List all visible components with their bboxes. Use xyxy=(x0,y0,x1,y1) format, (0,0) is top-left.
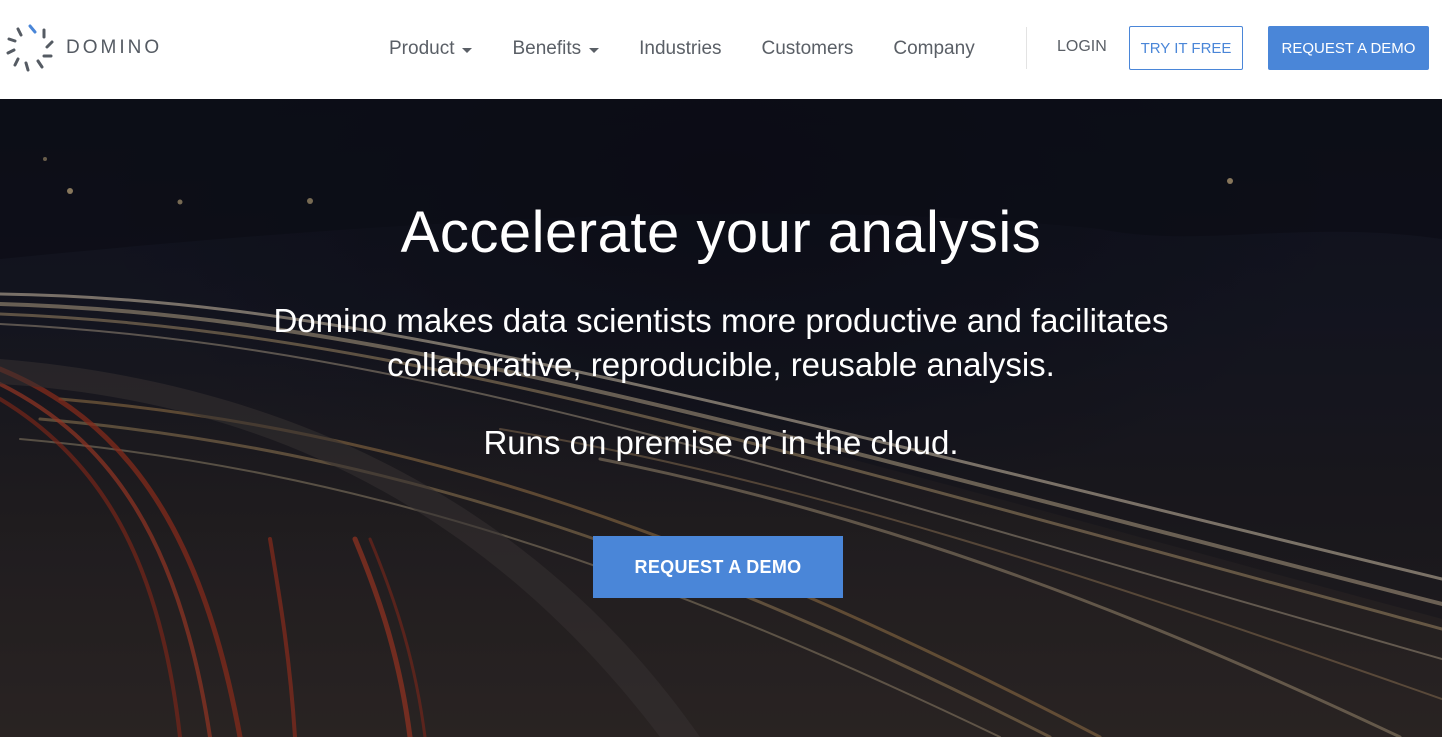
hero-subtitle: Domino makes data scientists more produc… xyxy=(221,299,1221,387)
nav-divider xyxy=(1026,27,1027,69)
nav-item-label: Product xyxy=(389,38,455,59)
hero-subtitle-line: collaborative, reproducible, reusable an… xyxy=(387,346,1055,383)
request-demo-button[interactable]: REQUEST A DEMO xyxy=(1268,26,1429,70)
caret-down-icon xyxy=(589,47,600,53)
site-header: DOMINO Product Benefits Industries Custo… xyxy=(0,0,1442,99)
nav-item-company[interactable]: Company xyxy=(893,38,974,60)
nav-item-label: Industries xyxy=(639,38,722,59)
try-free-button[interactable]: TRY IT FREE xyxy=(1129,26,1243,70)
nav-item-customers[interactable]: Customers xyxy=(762,38,854,60)
brand-name: DOMINO xyxy=(66,37,163,58)
nav-item-product[interactable]: Product xyxy=(389,38,473,60)
hero-subtitle-line: Domino makes data scientists more produc… xyxy=(273,302,1169,339)
nav-item-benefits[interactable]: Benefits xyxy=(512,38,600,60)
nav-item-label: Customers xyxy=(761,38,854,59)
hero-title: Accelerate your analysis xyxy=(400,200,1042,265)
logo[interactable]: DOMINO xyxy=(4,22,162,74)
hero-section: Accelerate your analysis Domino makes da… xyxy=(0,99,1442,737)
domino-logo-icon xyxy=(6,24,54,72)
main-nav: Product Benefits Industries Customers Co… xyxy=(389,36,1015,62)
nav-item-industries[interactable]: Industries xyxy=(639,38,721,60)
nav-item-label: Company xyxy=(893,38,975,59)
caret-down-icon xyxy=(462,47,473,53)
hero-runs-text: Runs on premise or in the cloud. xyxy=(483,424,959,461)
login-link[interactable]: LOGIN xyxy=(1057,38,1107,56)
nav-item-label: Benefits xyxy=(512,38,582,59)
hero-request-demo-button[interactable]: REQUEST A DEMO xyxy=(593,536,843,598)
highway-background-image xyxy=(0,99,1442,737)
